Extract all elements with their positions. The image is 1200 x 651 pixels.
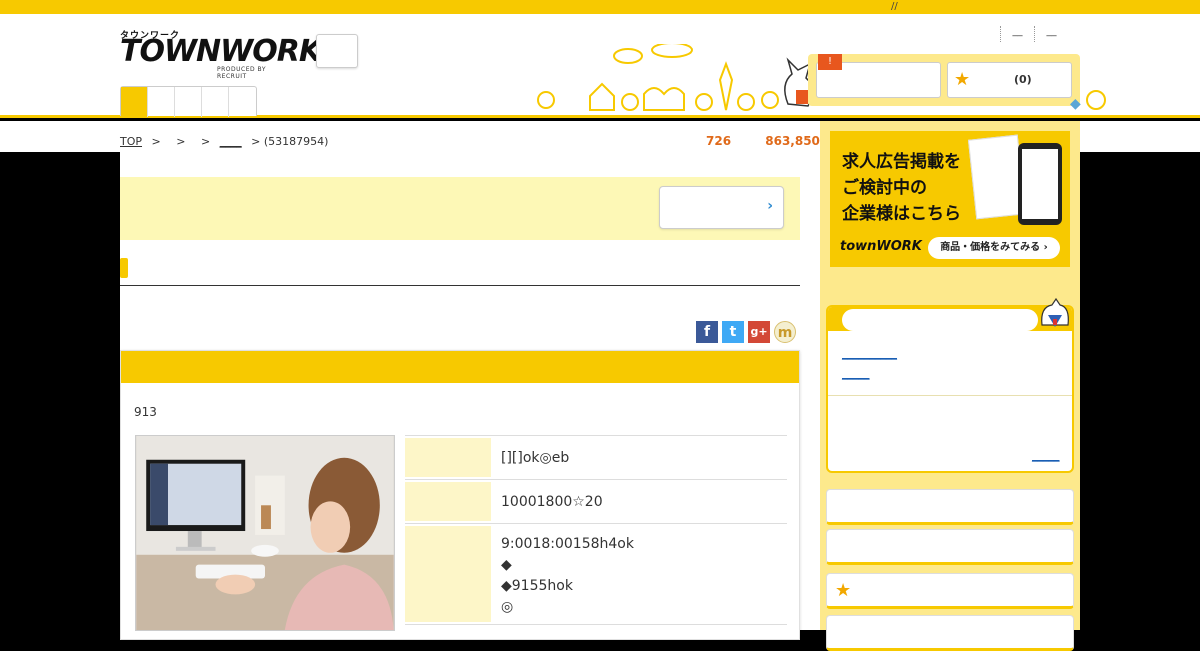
ad-line: 企業様はこちら xyxy=(842,204,961,224)
breadcrumb-link[interactable]: ____ xyxy=(220,135,242,148)
info-line: ◆9155hok xyxy=(501,578,573,594)
info-row: 10001800☆20 xyxy=(405,479,787,523)
recent-link[interactable]: __________ xyxy=(842,347,897,360)
tab-5[interactable] xyxy=(229,87,256,117)
logo-produced-by: PRODUCED BY RECRUIT xyxy=(217,66,266,80)
twitter-icon[interactable]: t xyxy=(722,321,744,343)
top-link-2[interactable]: __ xyxy=(1034,26,1068,42)
tab-1[interactable] xyxy=(121,87,148,117)
top-bar-text: // xyxy=(891,1,898,12)
job-info-table: [][]ok◎eb 10001800☆20 9:0018:00158h4ok ◆… xyxy=(405,435,787,625)
star-icon: ★ xyxy=(954,69,971,90)
breadcrumb-sep: > xyxy=(151,135,161,148)
info-value: 9:0018:00158h4ok ◆ ◆9155hok ◎ xyxy=(491,526,634,622)
tree-icon xyxy=(1086,90,1106,110)
ad-line: 求人広告掲載を xyxy=(842,152,961,172)
recent-link[interactable]: _____ xyxy=(842,367,870,380)
sidebar-button-2[interactable] xyxy=(826,529,1074,565)
facebook-icon[interactable]: f xyxy=(696,321,718,343)
recent-more-link[interactable]: _____ xyxy=(1032,449,1060,462)
site-header: タウンワーク TOWNWORK PRODUCED BY RECRUIT __ _… xyxy=(0,14,1200,118)
promo-banner: › xyxy=(120,177,800,240)
recently-viewed-box: __________ _____ _____ xyxy=(826,305,1074,473)
info-row: 9:0018:00158h4ok ◆ ◆9155hok ◎ xyxy=(405,523,787,625)
top-bar: // xyxy=(0,0,1200,14)
sidebar-button-4[interactable] xyxy=(826,615,1074,651)
info-label xyxy=(405,526,491,622)
breadcrumb-sep: > xyxy=(176,135,186,148)
favorites-button[interactable]: ★ (0) xyxy=(947,62,1072,98)
tab-2[interactable] xyxy=(148,87,175,117)
google-plus-icon[interactable]: g+ xyxy=(748,321,770,343)
count-new: 726 xyxy=(706,134,732,148)
info-value: 10001800☆20 xyxy=(501,494,603,510)
info-line: 9:0018:00158h4ok xyxy=(501,536,634,552)
logo-wordmark: TOWNWORK xyxy=(120,34,322,69)
dog-mascot-icon xyxy=(1041,297,1069,327)
info-line: ◎ xyxy=(501,599,514,615)
info-label xyxy=(405,482,491,521)
town-scenery-illustration xyxy=(537,44,814,111)
info-value: [][]ok◎eb xyxy=(501,450,570,466)
main-content: TOP > > > ____ > (53187954) 726 863,850 … xyxy=(120,121,820,640)
count-total: 863,850 xyxy=(765,134,820,148)
ad-line: ご検討中の xyxy=(842,178,927,198)
sidebar-button-1[interactable] xyxy=(826,489,1074,525)
breadcrumb: TOP > > > ____ > (53187954) xyxy=(120,135,328,148)
social-share: f t g+ m xyxy=(696,321,796,343)
breadcrumb-job-id: > (53187954) xyxy=(251,135,329,148)
notice-badge: ! xyxy=(818,54,842,70)
townwork-logo[interactable]: タウンワーク TOWNWORK PRODUCED BY RECRUIT xyxy=(120,28,322,80)
job-card: 913 [][]ok◎eb 10001800☆20 9:0018:00158h4… xyxy=(120,350,800,640)
mixi-icon[interactable]: m xyxy=(774,321,796,343)
info-label xyxy=(405,438,491,477)
ad-headline: 求人広告掲載を ご検討中の 企業様はこちら xyxy=(842,149,961,227)
chevron-right-icon: › xyxy=(767,198,773,214)
top-links: __ __ xyxy=(1000,26,1068,42)
sidebar: 求人広告掲載を ご検討中の 企業様はこちら townWORK 商品・価格をみてみ… xyxy=(820,121,1080,651)
star-icon: ★ xyxy=(835,580,852,601)
breadcrumb-top-link[interactable]: TOP xyxy=(120,135,142,148)
job-number: 913 xyxy=(134,405,157,419)
job-counts: 726 863,850 xyxy=(706,134,820,148)
recent-divider xyxy=(828,395,1072,396)
top-link-1[interactable]: __ xyxy=(1000,26,1034,42)
favorites-count: (0) xyxy=(1014,73,1032,86)
tab-3[interactable] xyxy=(175,87,202,117)
promo-button[interactable]: › xyxy=(659,186,784,229)
job-photo xyxy=(135,435,395,631)
breadcrumb-sep: > xyxy=(200,135,211,148)
info-row: [][]ok◎eb xyxy=(405,435,787,479)
heading-marker xyxy=(120,258,128,278)
heading-divider xyxy=(120,285,800,286)
info-line: ◆ xyxy=(501,557,512,573)
sidebar-favorites-button[interactable]: ★ xyxy=(826,573,1074,609)
job-card-header xyxy=(121,351,799,383)
advertiser-banner[interactable]: 求人広告掲載を ご検討中の 企業様はこちら townWORK 商品・価格をみてみ… xyxy=(830,131,1070,267)
recent-title-pill xyxy=(842,309,1038,331)
bird-icon: ◆ xyxy=(1070,96,1081,112)
ad-logo: townWORK xyxy=(840,239,922,254)
tab-4[interactable] xyxy=(202,87,229,117)
nav-tabs xyxy=(120,86,257,117)
ad-button[interactable]: 商品・価格をみてみる › xyxy=(928,237,1060,259)
menu-button[interactable] xyxy=(316,34,358,68)
ad-phone-image xyxy=(1018,143,1062,225)
